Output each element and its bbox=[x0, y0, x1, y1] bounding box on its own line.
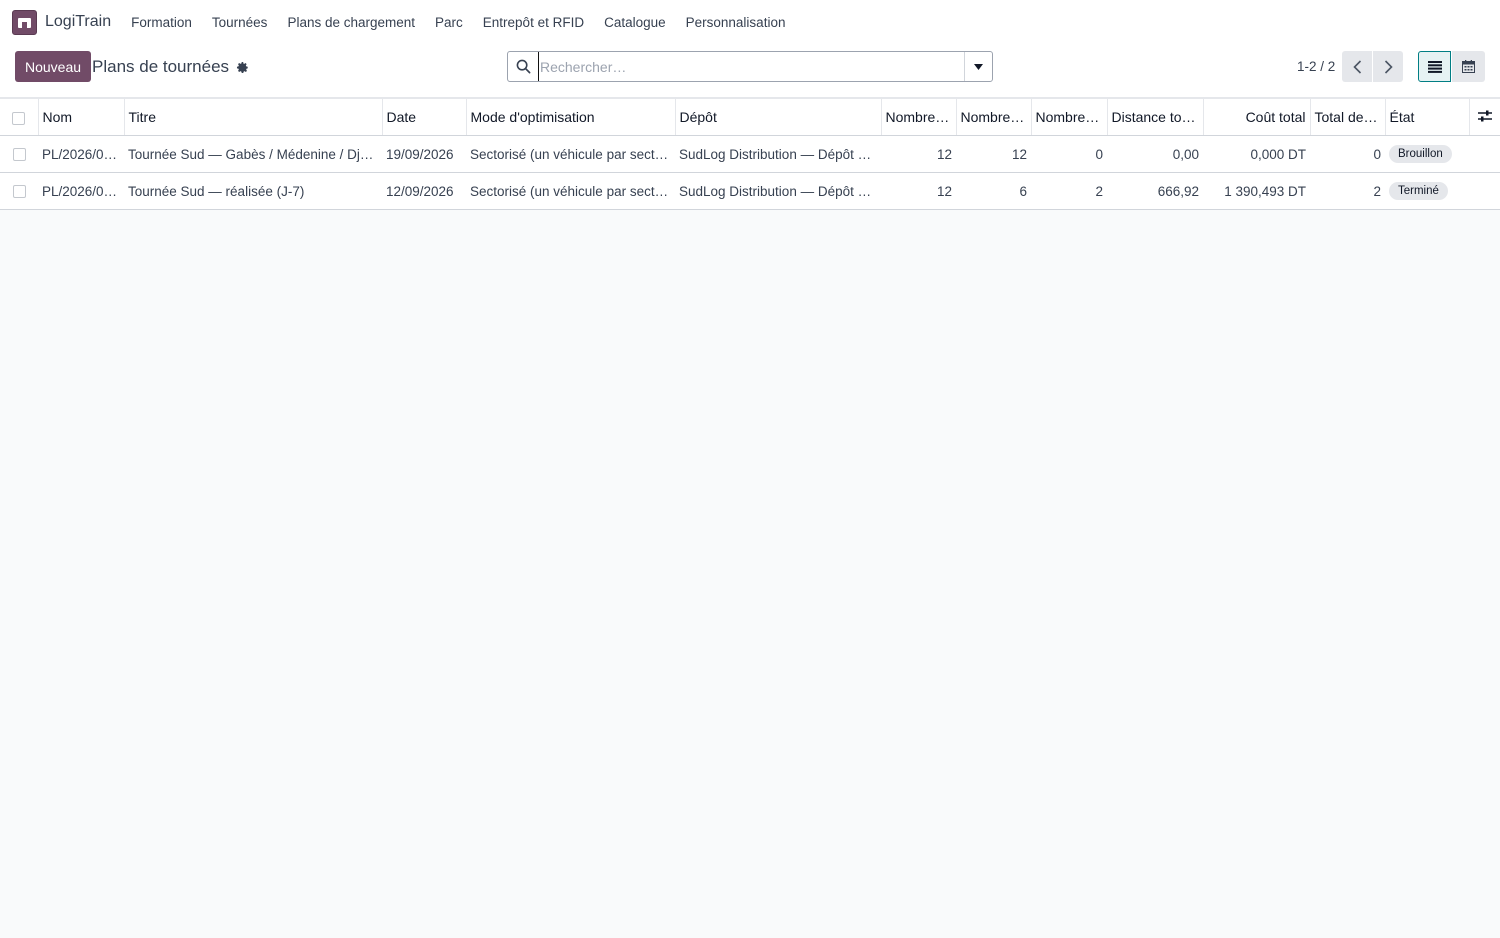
menu-item-plans-de-chargement[interactable]: Plans de chargement bbox=[277, 15, 425, 30]
column-header-date[interactable]: Date bbox=[382, 98, 467, 136]
cell-titre[interactable]: Tournée Sud — réalisée (J-7) bbox=[124, 173, 382, 210]
cell-nombre-1[interactable]: 12 bbox=[881, 136, 956, 173]
control-panel: Nouveau Plans de tournées 1-2 / 2 bbox=[0, 44, 1500, 98]
gear-icon[interactable] bbox=[236, 61, 249, 74]
cell-etat[interactable]: Brouillon bbox=[1385, 136, 1469, 173]
pager-previous-button[interactable] bbox=[1342, 51, 1372, 82]
cell-total[interactable]: 0 bbox=[1310, 136, 1385, 173]
cell-date[interactable]: 19/09/2026 bbox=[382, 136, 466, 173]
chevron-left-icon bbox=[1352, 59, 1361, 74]
search-icon bbox=[508, 59, 538, 74]
column-header-cout-total[interactable]: Coût total bbox=[1203, 98, 1311, 136]
cell-nombre-1[interactable]: 12 bbox=[881, 173, 956, 210]
menu-item-tournees[interactable]: Tournées bbox=[202, 15, 278, 30]
search-box bbox=[507, 51, 993, 82]
list-view-button[interactable] bbox=[1418, 51, 1451, 82]
table-header-row: Nom Titre Date Mode d'optimisation Dépôt… bbox=[0, 98, 1500, 136]
cell-empty bbox=[1469, 136, 1500, 173]
cell-cout-total[interactable]: 1 390,493 DT bbox=[1203, 173, 1310, 210]
plans-table: Nom Titre Date Mode d'optimisation Dépôt… bbox=[0, 98, 1500, 210]
top-navbar: LogiTrain Formation Tournées Plans de ch… bbox=[0, 0, 1500, 44]
calendar-view-button[interactable] bbox=[1452, 51, 1485, 82]
column-header-distance[interactable]: Distance tot… bbox=[1107, 98, 1204, 136]
caret-down-icon bbox=[974, 63, 983, 70]
row-checkbox-cell[interactable] bbox=[0, 136, 38, 173]
cell-etat[interactable]: Terminé bbox=[1385, 173, 1469, 210]
cell-distance[interactable]: 666,92 bbox=[1107, 173, 1203, 210]
status-badge: Brouillon bbox=[1389, 145, 1452, 163]
column-header-titre[interactable]: Titre bbox=[124, 98, 383, 136]
chevron-right-icon bbox=[1384, 59, 1393, 74]
list-icon bbox=[1427, 60, 1442, 73]
column-header-total[interactable]: Total de… bbox=[1310, 98, 1386, 136]
column-header-nombre-2[interactable]: Nombre … bbox=[956, 98, 1032, 136]
page-title: Plans de tournées bbox=[92, 57, 230, 76]
cell-depot[interactable]: SudLog Distribution — Dépôt S… bbox=[675, 136, 881, 173]
cell-nombre-2[interactable]: 6 bbox=[956, 173, 1031, 210]
menu-item-formation[interactable]: Formation bbox=[121, 15, 202, 30]
calendar-icon bbox=[1462, 60, 1475, 73]
row-checkbox[interactable] bbox=[12, 185, 26, 199]
cell-mode[interactable]: Sectorisé (un véhicule par secte… bbox=[466, 173, 675, 210]
select-all-checkbox[interactable] bbox=[12, 111, 26, 125]
row-checkbox-cell[interactable] bbox=[0, 173, 38, 210]
column-header-nombre-3[interactable]: Nombre … bbox=[1031, 98, 1108, 136]
cell-titre[interactable]: Tournée Sud — Gabès / Médenine / Dje… bbox=[124, 136, 382, 173]
cell-date[interactable]: 12/09/2026 bbox=[382, 173, 466, 210]
column-header-etat[interactable]: État bbox=[1385, 98, 1470, 136]
search-options-toggle[interactable] bbox=[964, 52, 992, 81]
new-button[interactable]: Nouveau bbox=[15, 51, 92, 82]
sliders-icon bbox=[1477, 110, 1492, 122]
menu-item-catalogue[interactable]: Catalogue bbox=[594, 15, 676, 30]
pager-next-button[interactable] bbox=[1373, 51, 1403, 82]
cell-nom[interactable]: PL/2026/0… bbox=[38, 136, 124, 173]
table-row[interactable]: PL/2026/0… Tournée Sud — réalisée (J-7) … bbox=[0, 173, 1500, 210]
cell-mode[interactable]: Sectorisé (un véhicule par secte… bbox=[466, 136, 675, 173]
column-header-mode[interactable]: Mode d'optimisation bbox=[466, 98, 676, 136]
column-header-nom[interactable]: Nom bbox=[38, 98, 125, 136]
pager-value[interactable]: 1-2 / 2 bbox=[1297, 59, 1335, 74]
select-all-checkbox-cell[interactable] bbox=[0, 98, 39, 136]
cell-nombre-3[interactable]: 0 bbox=[1031, 136, 1107, 173]
cell-cout-total[interactable]: 0,000 DT bbox=[1203, 136, 1310, 173]
optional-columns-toggle[interactable] bbox=[1469, 98, 1500, 136]
cell-nombre-3[interactable]: 2 bbox=[1031, 173, 1107, 210]
status-badge: Terminé bbox=[1389, 182, 1448, 200]
menu-item-personnalisation[interactable]: Personnalisation bbox=[676, 15, 796, 30]
column-header-depot[interactable]: Dépôt bbox=[675, 98, 882, 136]
cell-depot[interactable]: SudLog Distribution — Dépôt S… bbox=[675, 173, 881, 210]
breadcrumb: Plans de tournées bbox=[92, 57, 249, 77]
cell-nom[interactable]: PL/2026/0… bbox=[38, 173, 124, 210]
row-checkbox[interactable] bbox=[12, 148, 26, 162]
cell-empty bbox=[1469, 173, 1500, 210]
app-logo-icon[interactable] bbox=[12, 9, 37, 35]
cell-distance[interactable]: 0,00 bbox=[1107, 136, 1203, 173]
table-row[interactable]: PL/2026/0… Tournée Sud — Gabès / Médenin… bbox=[0, 136, 1500, 173]
menu-item-entrepot-rfid[interactable]: Entrepôt et RFID bbox=[473, 15, 594, 30]
column-header-nombre-1[interactable]: Nombre … bbox=[881, 98, 957, 136]
search-input[interactable] bbox=[538, 52, 964, 81]
cell-total[interactable]: 2 bbox=[1310, 173, 1385, 210]
cell-nombre-2[interactable]: 12 bbox=[956, 136, 1031, 173]
list-view: Nom Titre Date Mode d'optimisation Dépôt… bbox=[0, 98, 1500, 210]
app-name[interactable]: LogiTrain bbox=[45, 13, 111, 31]
menu-item-parc[interactable]: Parc bbox=[425, 15, 473, 30]
